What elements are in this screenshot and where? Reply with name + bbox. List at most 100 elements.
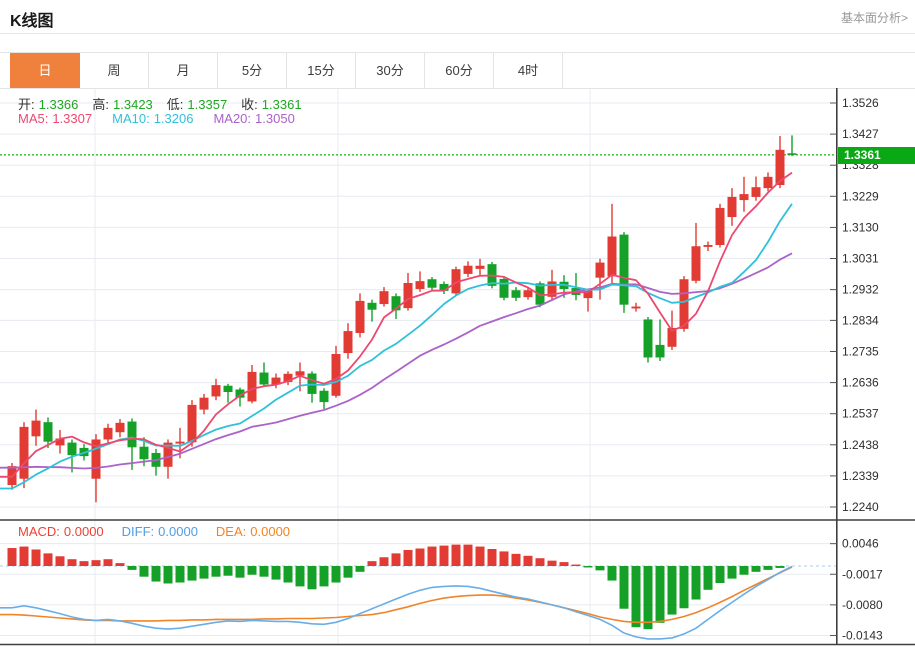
macd-bar xyxy=(8,548,17,566)
macd-bar xyxy=(188,566,197,581)
kline-widget: K线图 基本面分析> 日周月5分15分30分60分4时 1.35261.3427… xyxy=(0,0,915,647)
macd-bar xyxy=(704,566,713,590)
candle-body xyxy=(20,427,29,479)
macd-bar xyxy=(368,561,377,566)
macd-bar xyxy=(152,566,161,582)
candle-body xyxy=(416,281,425,289)
macd-bar xyxy=(20,547,29,566)
macd-bar xyxy=(296,566,305,586)
candle-body xyxy=(704,245,713,247)
axis-tick-label: 1.2636 xyxy=(842,376,879,390)
macd-bar xyxy=(608,566,617,581)
axis-tick-label: 1.2438 xyxy=(842,438,879,452)
macd-bar xyxy=(284,566,293,583)
macd-bar xyxy=(524,556,533,566)
candle-body xyxy=(476,266,485,269)
macd-bar xyxy=(764,566,773,570)
axis-tick-label: 1.2932 xyxy=(842,283,879,297)
candle-body xyxy=(224,386,233,392)
macd-bar xyxy=(644,566,653,629)
macd-bar xyxy=(500,551,509,566)
macd-bar xyxy=(512,554,521,566)
candle-body xyxy=(260,373,269,385)
macd-bar xyxy=(56,556,65,566)
candle-body xyxy=(176,442,185,444)
candle-body xyxy=(404,283,413,308)
axis-tick-label: 1.2834 xyxy=(842,313,879,327)
candle-body xyxy=(764,177,773,188)
candles-group xyxy=(8,135,797,502)
macd-bar xyxy=(440,546,449,566)
candle-body xyxy=(620,235,629,305)
candle-body xyxy=(200,398,209,410)
axis-tick-label: -0.0080 xyxy=(842,598,883,612)
candle-body xyxy=(212,385,221,396)
candle-body xyxy=(188,405,197,442)
axis-tick-label: 1.2537 xyxy=(842,407,879,421)
candle-body xyxy=(512,290,521,298)
axis-tick-label: 0.0046 xyxy=(842,537,879,551)
candle-body xyxy=(380,291,389,304)
macd-bar xyxy=(224,566,233,576)
candle-body xyxy=(788,153,797,155)
macd-bar xyxy=(464,545,473,566)
macd-bar xyxy=(428,547,437,566)
candle-body xyxy=(344,331,353,353)
macd-bar xyxy=(260,566,269,577)
axis-tick-label: -0.0143 xyxy=(842,628,883,642)
macd-bar xyxy=(104,559,113,566)
macd-bar xyxy=(140,566,149,577)
macd-bar xyxy=(680,566,689,608)
macd-bar xyxy=(404,550,413,566)
candle-body xyxy=(68,443,77,456)
candle-body xyxy=(632,307,641,309)
candle-body xyxy=(608,237,617,277)
macd-bar xyxy=(536,558,545,566)
candle-body xyxy=(716,208,725,245)
macd-bar xyxy=(668,566,677,615)
candle-body xyxy=(740,194,749,200)
macd-bar xyxy=(80,561,89,566)
candle-body xyxy=(332,354,341,396)
candle-body xyxy=(752,187,761,197)
axis-tick-label: 1.3031 xyxy=(842,252,879,266)
macd-bar xyxy=(308,566,317,589)
candle-body xyxy=(116,423,125,432)
macd-bar xyxy=(728,566,737,579)
candle-body xyxy=(44,422,53,441)
macd-bar xyxy=(716,566,725,583)
macd-bar xyxy=(32,549,41,566)
macd-bar xyxy=(656,566,665,623)
macd-bar xyxy=(572,565,581,566)
candle-body xyxy=(656,345,665,358)
candle-body xyxy=(140,447,149,460)
macd-bar xyxy=(320,566,329,586)
axis-tick-label: 1.3427 xyxy=(842,127,879,141)
candle-body xyxy=(596,263,605,278)
macd-bar xyxy=(380,557,389,566)
candle-body xyxy=(368,303,377,310)
candle-body xyxy=(428,279,437,287)
macd-bar xyxy=(596,566,605,570)
axis-tick-label: 1.2735 xyxy=(842,344,879,358)
macd-bar xyxy=(272,566,281,580)
candle-body xyxy=(728,197,737,217)
macd-bar xyxy=(584,566,593,567)
macd-bar xyxy=(92,560,101,566)
macd-bar xyxy=(356,566,365,572)
macd-bar xyxy=(200,566,209,579)
ma20-line xyxy=(0,253,792,468)
macd-bar xyxy=(476,547,485,566)
macd-bar xyxy=(416,549,425,566)
axis-tick-label: 1.2240 xyxy=(842,500,879,514)
macd-bar xyxy=(776,566,785,568)
macd-bar xyxy=(176,566,185,583)
macd-bar xyxy=(44,553,53,566)
macd-bar xyxy=(164,566,173,583)
macd-axis-labels: 0.0046-0.0017-0.0080-0.0143 xyxy=(830,537,883,643)
axis-tick-label: 1.3130 xyxy=(842,220,879,234)
macd-bar xyxy=(692,566,701,600)
candle-body xyxy=(104,428,113,440)
macd-bar xyxy=(128,566,137,570)
kline-chart-canvas: 1.35261.34271.33281.32291.31301.30311.29… xyxy=(0,0,915,647)
